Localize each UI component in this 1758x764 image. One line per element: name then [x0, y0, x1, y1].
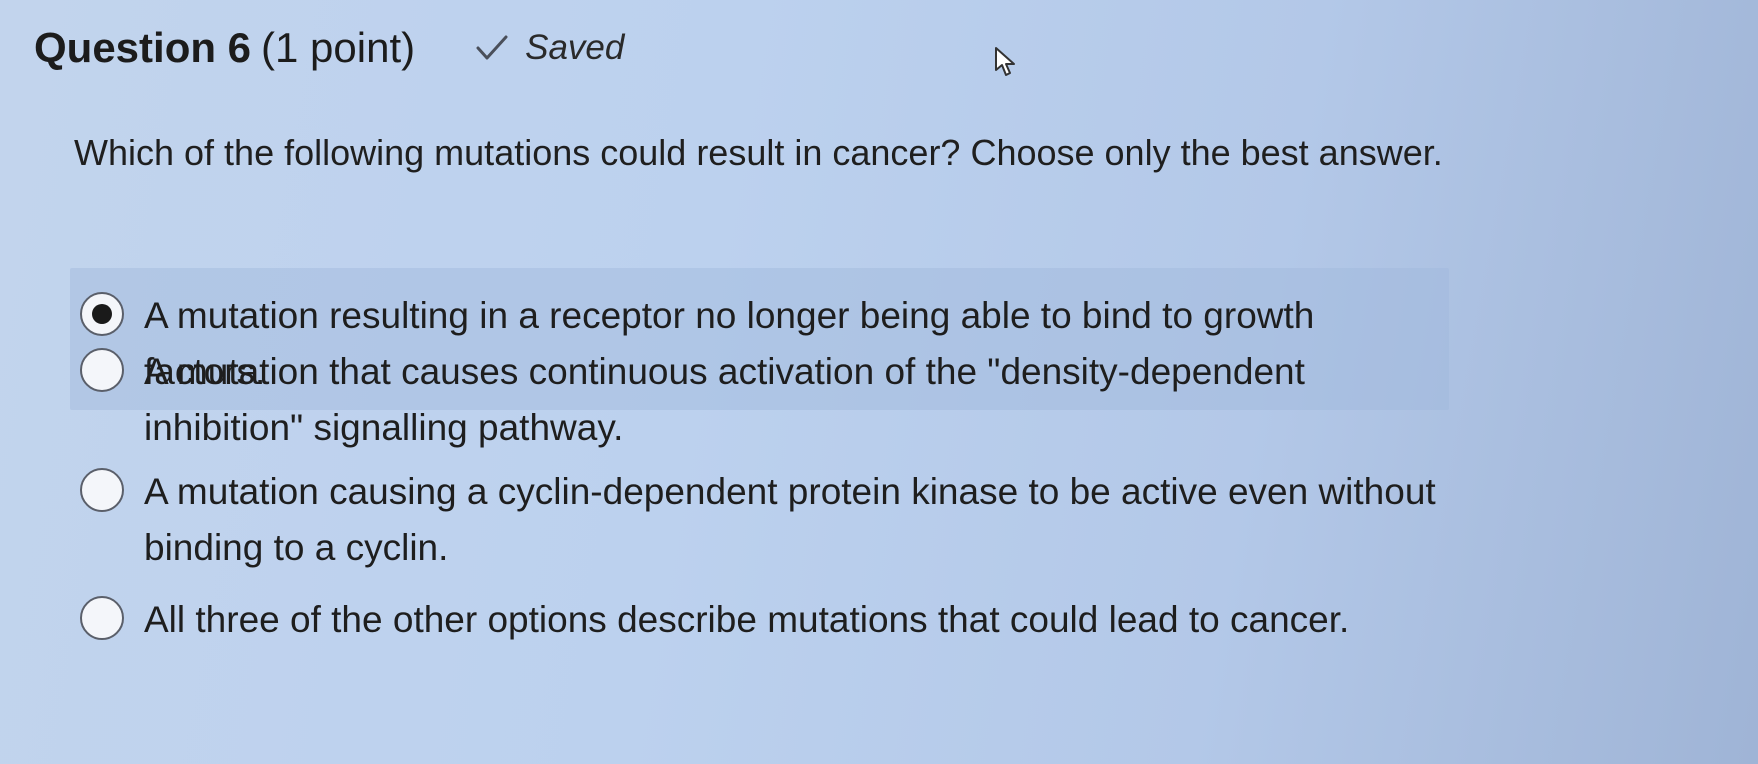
answer-option-label: A mutation that causes continuous activa… [144, 351, 1305, 448]
radio-button[interactable] [80, 596, 124, 640]
question-title: Question 6 [34, 24, 252, 71]
question-points: (1 point) [261, 24, 416, 71]
radio-button-selected[interactable] [80, 292, 124, 336]
quiz-page: Question 6 (1 point) Saved Which of the … [0, 0, 1758, 764]
mouse-cursor-icon [995, 47, 1015, 76]
checkmark-icon [476, 35, 508, 60]
radio-button[interactable] [80, 468, 124, 512]
answer-option-label: A mutation causing a cyclin-dependent pr… [144, 471, 1436, 568]
answer-option-3[interactable]: A mutation causing a cyclin-dependent pr… [80, 464, 1450, 576]
question-prompt: Which of the following mutations could r… [74, 132, 1443, 173]
radio-button[interactable] [80, 348, 124, 392]
answer-option-2[interactable]: A mutation that causes continuous activa… [80, 344, 1340, 456]
answer-option-label: All three of the other options describe … [144, 599, 1350, 640]
saved-status: Saved [475, 28, 624, 68]
saved-label: Saved [525, 28, 625, 67]
answer-option-4[interactable]: All three of the other options describe … [80, 592, 1500, 648]
radio-dot [92, 304, 112, 324]
question-header: Question 6 (1 point) Saved [34, 24, 624, 72]
